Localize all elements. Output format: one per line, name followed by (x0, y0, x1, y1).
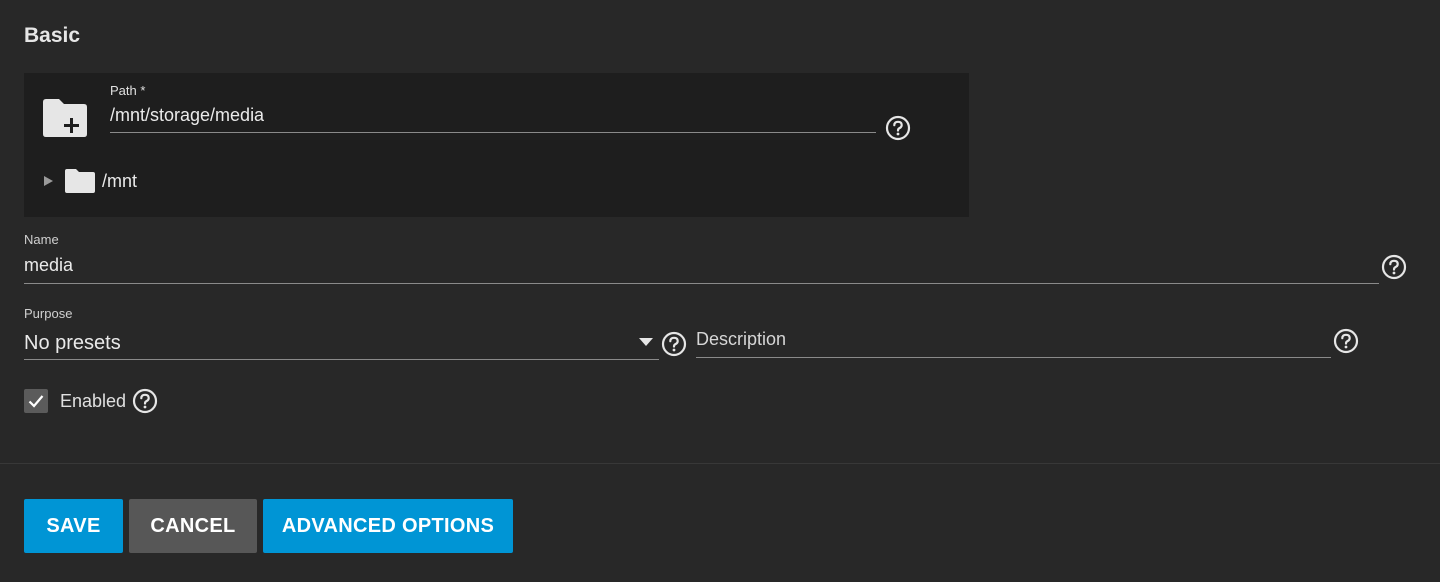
tree-node-label: /mnt (102, 170, 138, 191)
check-icon (28, 395, 44, 408)
purpose-help-icon[interactable] (661, 331, 687, 357)
name-label: Name (24, 232, 59, 247)
name-input[interactable]: media (24, 255, 73, 276)
advanced-options-button[interactable]: ADVANCED OPTIONS (263, 499, 513, 553)
name-input-underline (24, 283, 1379, 284)
section-title: Basic (24, 24, 81, 47)
path-label: Path * (110, 83, 146, 98)
description-input-underline (696, 357, 1331, 358)
tree-node-mnt[interactable]: /mnt (42, 168, 137, 194)
folder-icon (65, 169, 95, 193)
cancel-button[interactable]: CANCEL (129, 499, 257, 553)
dropdown-arrow-icon[interactable] (639, 338, 653, 346)
purpose-select-underline (24, 359, 659, 360)
description-input[interactable]: Description (696, 329, 786, 350)
purpose-select[interactable]: No presets (24, 332, 121, 355)
save-button[interactable]: SAVE (24, 499, 123, 553)
description-help-icon[interactable] (1333, 328, 1359, 354)
path-input[interactable]: /mnt/storage/media (110, 105, 264, 126)
path-help-icon[interactable] (885, 115, 911, 141)
path-input-underline (110, 132, 876, 133)
enabled-label[interactable]: Enabled (60, 391, 126, 412)
path-explorer: Path * /mnt/storage/media /mnt (24, 73, 969, 217)
form-divider (0, 463, 1440, 464)
enabled-checkbox[interactable] (24, 389, 48, 413)
folder-plus-icon[interactable] (41, 98, 89, 138)
enabled-help-icon[interactable] (132, 388, 158, 414)
name-help-icon[interactable] (1381, 254, 1407, 280)
caret-right-icon[interactable] (42, 175, 54, 187)
dataset-form: Basic Path * /mnt/storage/media /mnt Nam… (0, 0, 1440, 582)
purpose-label: Purpose (24, 306, 73, 321)
